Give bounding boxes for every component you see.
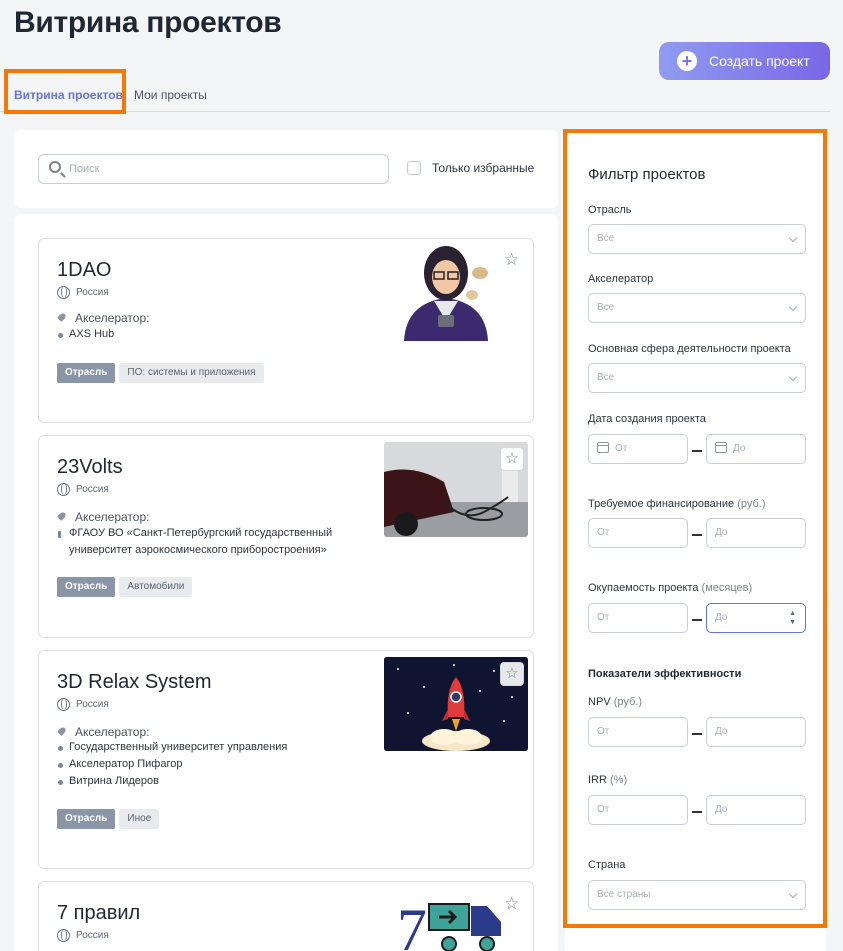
irr-from-input[interactable]: От — [588, 795, 688, 825]
tabs-bar: Витрина проектов Мои проекты — [0, 70, 830, 112]
favorite-star-icon[interactable]: ☆ — [500, 447, 524, 471]
created-from-input[interactable]: От — [588, 434, 688, 464]
project-card-1dao[interactable]: 1DAO Россия Акселератор: AXS Hub Отрасль… — [38, 238, 534, 423]
payback-label: Окупаемость проекта (месяцев) — [588, 582, 753, 594]
sphere-select[interactable]: Все — [588, 363, 806, 393]
accelerator-item: Витрина Лидеров — [57, 773, 159, 790]
project-card-7-pravil[interactable]: 7 правил Россия 7 ☆ — [38, 881, 534, 951]
favorite-star-icon[interactable]: ☆ — [500, 662, 524, 686]
project-card-3d-relax-system[interactable]: 3D Relax System Россия Акселератор: Госу… — [38, 650, 534, 869]
irr-to-input[interactable]: До — [706, 795, 806, 825]
npv-to-input[interactable]: До — [706, 717, 806, 747]
globe-icon — [57, 286, 70, 299]
tag-value: Автомобили — [119, 577, 193, 597]
project-country: Россия — [57, 286, 109, 299]
funding-to-input[interactable]: До — [706, 518, 806, 548]
tag-list: Отрасль ПО: системы и приложения — [57, 363, 264, 383]
range-dash — [692, 534, 702, 536]
favorites-checkbox[interactable] — [407, 161, 421, 175]
plus-icon: + — [677, 51, 697, 71]
range-dash — [692, 733, 702, 735]
payback-to-input[interactable]: До ▲ ▼ — [706, 603, 806, 633]
search-input[interactable] — [69, 160, 369, 178]
project-image — [394, 243, 499, 341]
chevron-down-icon — [788, 372, 798, 382]
country-select[interactable]: Все страны — [588, 880, 806, 910]
tab-my-projects[interactable]: Мои проекты — [134, 88, 207, 102]
tag-list: Отрасль Автомобили — [57, 577, 193, 597]
range-dash — [692, 619, 702, 621]
rocket-icon — [57, 313, 67, 323]
accelerator-label: Акселератор: — [57, 311, 149, 325]
tag-industry: Отрасль — [57, 809, 116, 829]
globe-icon — [57, 929, 70, 942]
project-country: Россия — [57, 698, 109, 711]
search-box[interactable] — [38, 154, 389, 184]
favorite-star-icon[interactable]: ☆ — [504, 250, 519, 270]
country-label: Страна — [588, 859, 626, 871]
tab-showcase[interactable]: Витрина проектов — [14, 88, 123, 102]
project-title[interactable]: 23Volts — [57, 456, 123, 479]
filter-title: Фильтр проектов — [588, 166, 706, 183]
create-project-label: Создать проект — [709, 53, 810, 69]
accelerator-filter-label: Акселератор — [588, 273, 654, 285]
tag-value: Иное — [119, 809, 160, 829]
calendar-icon — [715, 442, 727, 453]
page-title: Витрина проектов — [14, 6, 282, 39]
accelerator-item: Акселератор Пифагор — [57, 756, 183, 773]
tag-value: ПО: системы и приложения — [119, 363, 264, 383]
funding-from-input[interactable]: От — [588, 518, 688, 548]
accelerator-label: Акселератор: — [57, 510, 149, 524]
project-title[interactable]: 1DAO — [57, 259, 111, 282]
accelerator-label: Акселератор: — [57, 725, 149, 739]
project-card-23volts[interactable]: 23Volts Россия Акселератор: ФГАОУ ВО «Са… — [38, 435, 534, 638]
range-dash — [692, 811, 702, 813]
project-title[interactable]: 3D Relax System — [57, 671, 212, 694]
tag-industry: Отрасль — [57, 363, 116, 383]
accelerator-select[interactable]: Все — [588, 293, 806, 323]
sphere-label: Основная сфера деятельности проекта — [588, 343, 791, 355]
rocket-icon — [57, 512, 67, 522]
industry-select[interactable]: Все — [588, 224, 806, 254]
range-dash — [692, 450, 702, 452]
project-title[interactable]: 7 правил — [57, 902, 140, 925]
favorite-star-icon[interactable]: ☆ — [504, 894, 519, 914]
project-country: Россия — [57, 929, 109, 942]
chevron-down-icon — [788, 889, 798, 899]
spinner-arrows-icon[interactable]: ▲ ▼ — [789, 609, 796, 627]
irr-label: IRR (%) — [588, 774, 628, 786]
globe-icon — [57, 483, 70, 496]
project-country: Россия — [57, 483, 109, 496]
npv-label: NPV (руб.) — [588, 696, 642, 708]
accelerator-item: Государственный университет управления — [57, 739, 287, 756]
created-to-input[interactable]: До — [706, 434, 806, 464]
chevron-down-icon — [788, 233, 798, 243]
accelerator-item: ФГАОУ ВО «Санкт-Петербургский государств… — [57, 525, 367, 559]
npv-from-input[interactable]: От — [588, 717, 688, 747]
calendar-icon — [597, 442, 609, 453]
globe-icon — [57, 698, 70, 711]
efficiency-title: Показатели эффективности — [588, 668, 742, 680]
search-icon — [49, 161, 61, 173]
favorites-label: Только избранные — [432, 161, 535, 175]
created-date-label: Дата создания проекта — [588, 413, 706, 425]
funding-label: Требуемое финансирование (руб.) — [588, 498, 766, 510]
accelerator-item: AXS Hub — [57, 326, 114, 343]
tag-list: Отрасль Иное — [57, 809, 160, 829]
rocket-icon — [57, 727, 67, 737]
tag-industry: Отрасль — [57, 577, 116, 597]
logo-text: 7 — [397, 897, 427, 951]
chevron-down-icon — [788, 302, 798, 312]
payback-from-input[interactable]: От — [588, 603, 688, 633]
project-logo-image: 7 — [397, 892, 509, 951]
industry-label: Отрасль — [588, 204, 632, 216]
